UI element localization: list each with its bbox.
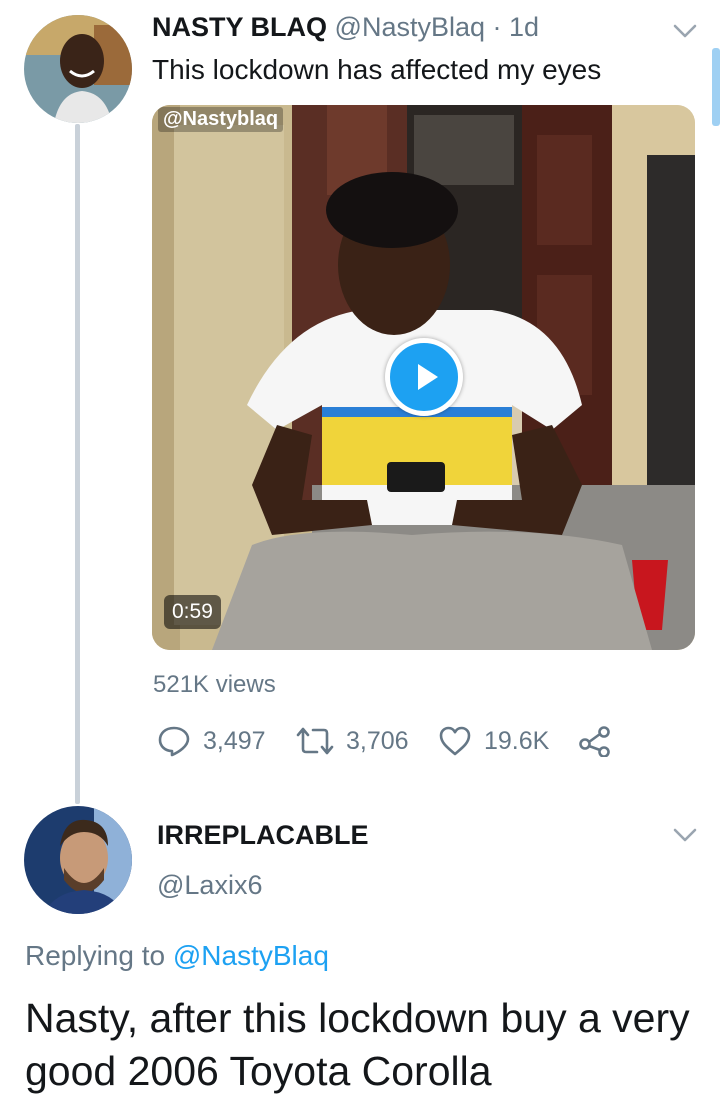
share-icon [579,726,610,757]
play-icon [418,364,438,390]
retweet-icon [296,727,334,755]
tweet-text: This lockdown has affected my eyes [152,54,602,85]
timestamp[interactable]: 1d [509,12,539,42]
scrollbar[interactable] [712,48,720,126]
author-handle[interactable]: @Laxix6 [157,870,262,901]
author-handle[interactable]: @NastyBlaq [335,12,485,42]
reply-count: 3,497 [203,726,266,755]
view-count: 521K views [153,671,276,698]
chevron-down-icon[interactable] [672,22,698,45]
tweet-header: NASTY BLAQ @NastyBlaq · 1d [152,12,539,43]
reply-button[interactable]: 3,497 [157,725,266,757]
mention-link[interactable]: @NastyBlaq [173,940,329,971]
share-button[interactable] [578,725,624,757]
retweet-count: 3,706 [346,726,409,755]
tweet-text: Nasty, after this lockdown buy a very go… [25,995,690,1094]
video-duration: 0:59 [164,595,221,629]
replying-to-line: Replying to @NastyBlaq [25,940,329,972]
heart-icon [439,726,471,756]
play-button[interactable] [385,338,463,416]
author-name[interactable]: IRREPLACABLE [157,820,369,851]
thread-connector-line [75,124,80,804]
like-button[interactable]: 19.6K [438,725,549,757]
like-count: 19.6K [484,726,550,755]
avatar-laxix6[interactable] [24,806,132,914]
video-watermark: @Nastyblaq [158,107,284,132]
avatar-nastyblaq[interactable] [24,15,132,123]
author-name[interactable]: NASTY BLAQ [152,12,327,42]
separator: · [485,12,509,42]
retweet-button[interactable]: 3,706 [296,725,409,757]
reply-icon [158,726,190,757]
chevron-down-icon[interactable] [672,826,698,849]
video-player[interactable]: @Nastyblaq 0:59 [152,105,695,650]
replying-prefix: Replying to [25,940,173,971]
